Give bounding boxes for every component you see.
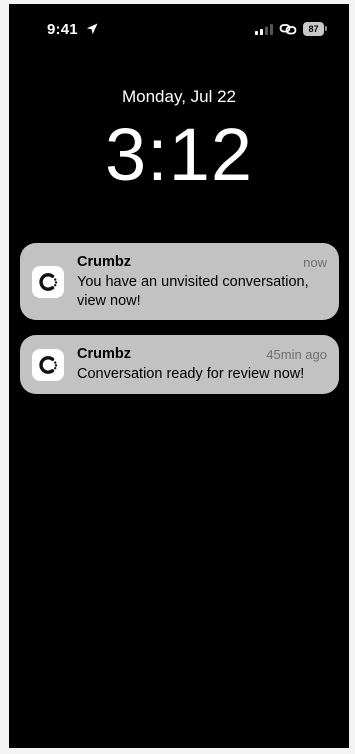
notification-message: Conversation ready for review now! <box>77 366 305 382</box>
notification-message: You have an unvisited conversation, view… <box>77 274 309 309</box>
status-time: 9:41 <box>47 21 78 38</box>
notification-app-name: Crumbz <box>77 346 131 362</box>
lock-screen-date: Monday, Jul 22 <box>121 87 237 106</box>
crumbz-app-icon <box>32 349 64 381</box>
battery-level: 87 <box>303 22 324 36</box>
lock-screen-clock: 3:12 <box>104 113 254 196</box>
battery-tip <box>325 26 327 31</box>
notification-time: now <box>303 255 327 270</box>
battery-icon: 87 <box>303 22 327 36</box>
link-icon <box>279 24 297 35</box>
notification-card[interactable]: Crumbz 45min ago Conversation ready for … <box>20 335 339 394</box>
cellular-signal-icon <box>255 24 273 35</box>
crumbz-app-icon <box>32 266 64 298</box>
status-bar: 9:41 87 <box>9 18 349 40</box>
lock-screen: 9:41 87 Monday, Jul 22 3:12 Crumbz now Y… <box>9 4 349 748</box>
location-arrow-icon <box>86 23 98 35</box>
notification-app-name: Crumbz <box>77 254 131 270</box>
notification-time: 45min ago <box>266 347 327 362</box>
notification-card[interactable]: Crumbz now You have an unvisited convers… <box>20 243 339 320</box>
